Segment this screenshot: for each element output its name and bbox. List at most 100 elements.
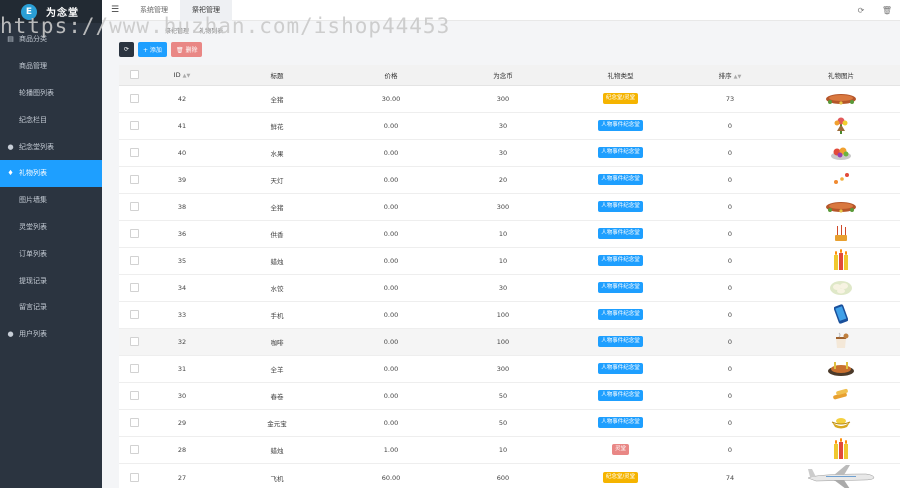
row-checkbox[interactable] bbox=[129, 337, 139, 346]
sidebar-item-1[interactable]: 商品管理 bbox=[0, 53, 102, 80]
header-coins: 为念币 bbox=[443, 65, 563, 86]
cell-sort: 0 bbox=[678, 382, 782, 410]
table-row[interactable]: 27 飞机 60.00 600 纪念堂/灵堂 74 bbox=[119, 463, 900, 488]
table-row[interactable]: 34 水饺 0.00 30 人物事件纪念堂 0 bbox=[119, 274, 900, 302]
cell-sort: 74 bbox=[678, 463, 782, 488]
table-row[interactable]: 40 水果 0.00 30 人物事件纪念堂 0 bbox=[119, 139, 900, 167]
sidebar-item-5[interactable]: ♦ 礼物列表 bbox=[0, 159, 102, 187]
trash-icon[interactable]: 🗑 bbox=[874, 6, 900, 15]
delete-button[interactable]: 🗑 删除 bbox=[170, 42, 203, 57]
row-checkbox[interactable] bbox=[129, 229, 139, 238]
brand[interactable]: E 为念堂 bbox=[0, 0, 102, 23]
cell-coins: 300 bbox=[443, 193, 563, 221]
cell-image bbox=[782, 220, 900, 248]
row-checkbox[interactable] bbox=[129, 94, 139, 103]
breadcrumb-item[interactable]: 祭祀管理 bbox=[165, 28, 189, 35]
table-header-row: ID ▲▼ 标题 价格 为念币 礼物类型 排序 ▲▼ 礼物图片 bbox=[119, 65, 900, 86]
cell-price: 1.00 bbox=[339, 436, 443, 464]
header-select-all[interactable] bbox=[119, 65, 149, 86]
refresh-icon[interactable]: ⟳ bbox=[848, 6, 874, 15]
sidebar-item-3[interactable]: 纪念栏目 bbox=[0, 106, 102, 133]
row-checkbox[interactable] bbox=[129, 283, 139, 292]
sidebar-item-11[interactable]: ● 用户列表 bbox=[0, 321, 102, 348]
row-checkbox[interactable] bbox=[129, 418, 139, 427]
cell-image bbox=[782, 85, 900, 113]
row-select[interactable] bbox=[119, 274, 149, 302]
cell-coins: 50 bbox=[443, 409, 563, 437]
menu-toggle-icon[interactable]: ☰ bbox=[102, 5, 128, 15]
row-select[interactable] bbox=[119, 112, 149, 140]
header-sort[interactable]: 排序 ▲▼ bbox=[678, 65, 782, 86]
cell-image bbox=[782, 409, 900, 437]
cell-name: 全羊 bbox=[215, 355, 339, 383]
row-select[interactable] bbox=[119, 166, 149, 194]
table-row[interactable]: 42 全猪 30.00 300 纪念堂/灵堂 73 bbox=[119, 85, 900, 113]
row-checkbox[interactable] bbox=[129, 202, 139, 211]
table-row[interactable]: 33 手机 0.00 100 人物事件纪念堂 0 bbox=[119, 301, 900, 329]
sidebar-item-8[interactable]: 订单列表 bbox=[0, 240, 102, 267]
table-row[interactable]: 36 供香 0.00 10 人物事件纪念堂 0 bbox=[119, 220, 900, 248]
sidebar-item-0[interactable]: ▤ 商品分类 bbox=[0, 26, 102, 53]
row-checkbox[interactable] bbox=[129, 391, 139, 400]
sidebar-item-2[interactable]: 轮播图列表 bbox=[0, 80, 102, 107]
table-row[interactable]: 41 鲜花 0.00 30 人物事件纪念堂 0 bbox=[119, 112, 900, 140]
row-checkbox[interactable] bbox=[129, 148, 139, 157]
cell-name: 鲜花 bbox=[215, 112, 339, 140]
sidebar-item-10[interactable]: 留言记录 bbox=[0, 294, 102, 321]
sidebar-item-9[interactable]: 提现记录 bbox=[0, 267, 102, 294]
cell-sort: 0 bbox=[678, 112, 782, 140]
cell-price: 0.00 bbox=[339, 139, 443, 167]
row-select[interactable] bbox=[119, 139, 149, 167]
cell-type: 人物事件纪念堂 bbox=[563, 409, 678, 437]
row-select[interactable] bbox=[119, 355, 149, 383]
row-select[interactable] bbox=[119, 247, 149, 275]
row-select[interactable] bbox=[119, 85, 149, 113]
cell-id: 35 bbox=[149, 247, 215, 275]
row-select[interactable] bbox=[119, 436, 149, 464]
row-select[interactable] bbox=[119, 382, 149, 410]
table-row[interactable]: 39 天灯 0.00 20 人物事件纪念堂 0 bbox=[119, 166, 900, 194]
sidebar-item-label: 纪念堂列表 bbox=[19, 142, 54, 151]
table-row[interactable]: 28 蜡烛 1.00 10 灵堂 0 bbox=[119, 436, 900, 464]
select-all-checkbox[interactable] bbox=[129, 70, 139, 80]
tab-1[interactable]: 祭祀管理 bbox=[180, 0, 232, 21]
sort-icon[interactable]: ▲▼ bbox=[734, 74, 742, 80]
header-id[interactable]: ID ▲▼ bbox=[149, 65, 215, 86]
row-checkbox[interactable] bbox=[129, 121, 139, 130]
cell-name: 天灯 bbox=[215, 166, 339, 194]
table-row[interactable]: 32 咖啡 0.00 100 人物事件纪念堂 0 bbox=[119, 328, 900, 356]
row-checkbox[interactable] bbox=[129, 445, 139, 454]
row-select[interactable] bbox=[119, 301, 149, 329]
add-button[interactable]: + 添加 bbox=[138, 42, 167, 57]
row-checkbox[interactable] bbox=[129, 256, 139, 265]
table-row[interactable]: 38 全猪 0.00 300 人物事件纪念堂 0 bbox=[119, 193, 900, 221]
sidebar-item-6[interactable]: 图片墙集 bbox=[0, 187, 102, 214]
cell-type: 人物事件纪念堂 bbox=[563, 139, 678, 167]
row-select[interactable] bbox=[119, 328, 149, 356]
row-select[interactable] bbox=[119, 193, 149, 221]
table-row[interactable]: 29 金元宝 0.00 50 人物事件纪念堂 0 bbox=[119, 409, 900, 437]
table-row[interactable]: 35 蜡烛 0.00 10 人物事件纪念堂 0 bbox=[119, 247, 900, 275]
sort-icon[interactable]: ▲▼ bbox=[183, 73, 191, 79]
cell-type: 人物事件纪念堂 bbox=[563, 247, 678, 275]
row-checkbox[interactable] bbox=[129, 473, 139, 482]
cell-id: 33 bbox=[149, 301, 215, 329]
refresh-button[interactable]: ⟳ bbox=[119, 42, 134, 57]
table-row[interactable]: 30 春卷 0.00 50 人物事件纪念堂 0 bbox=[119, 382, 900, 410]
row-checkbox[interactable] bbox=[129, 364, 139, 373]
brand-title: 为念堂 bbox=[46, 8, 79, 19]
type-badge: 人物事件纪念堂 bbox=[598, 255, 643, 266]
cell-image bbox=[782, 355, 900, 383]
cell-price: 0.00 bbox=[339, 409, 443, 437]
row-checkbox[interactable] bbox=[129, 175, 139, 184]
tab-0[interactable]: 系统管理 bbox=[128, 0, 180, 21]
row-checkbox[interactable] bbox=[129, 310, 139, 319]
sidebar-item-7[interactable]: 灵堂列表 bbox=[0, 214, 102, 241]
row-select[interactable] bbox=[119, 220, 149, 248]
breadcrumb-item[interactable]: 礼物列表 bbox=[199, 28, 223, 35]
row-select[interactable] bbox=[119, 409, 149, 437]
row-select[interactable] bbox=[119, 463, 149, 488]
cell-type: 纪念堂/灵堂 bbox=[563, 463, 678, 488]
table-row[interactable]: 31 全羊 0.00 300 人物事件纪念堂 0 bbox=[119, 355, 900, 383]
sidebar-item-4[interactable]: ● 纪念堂列表 bbox=[0, 133, 102, 160]
